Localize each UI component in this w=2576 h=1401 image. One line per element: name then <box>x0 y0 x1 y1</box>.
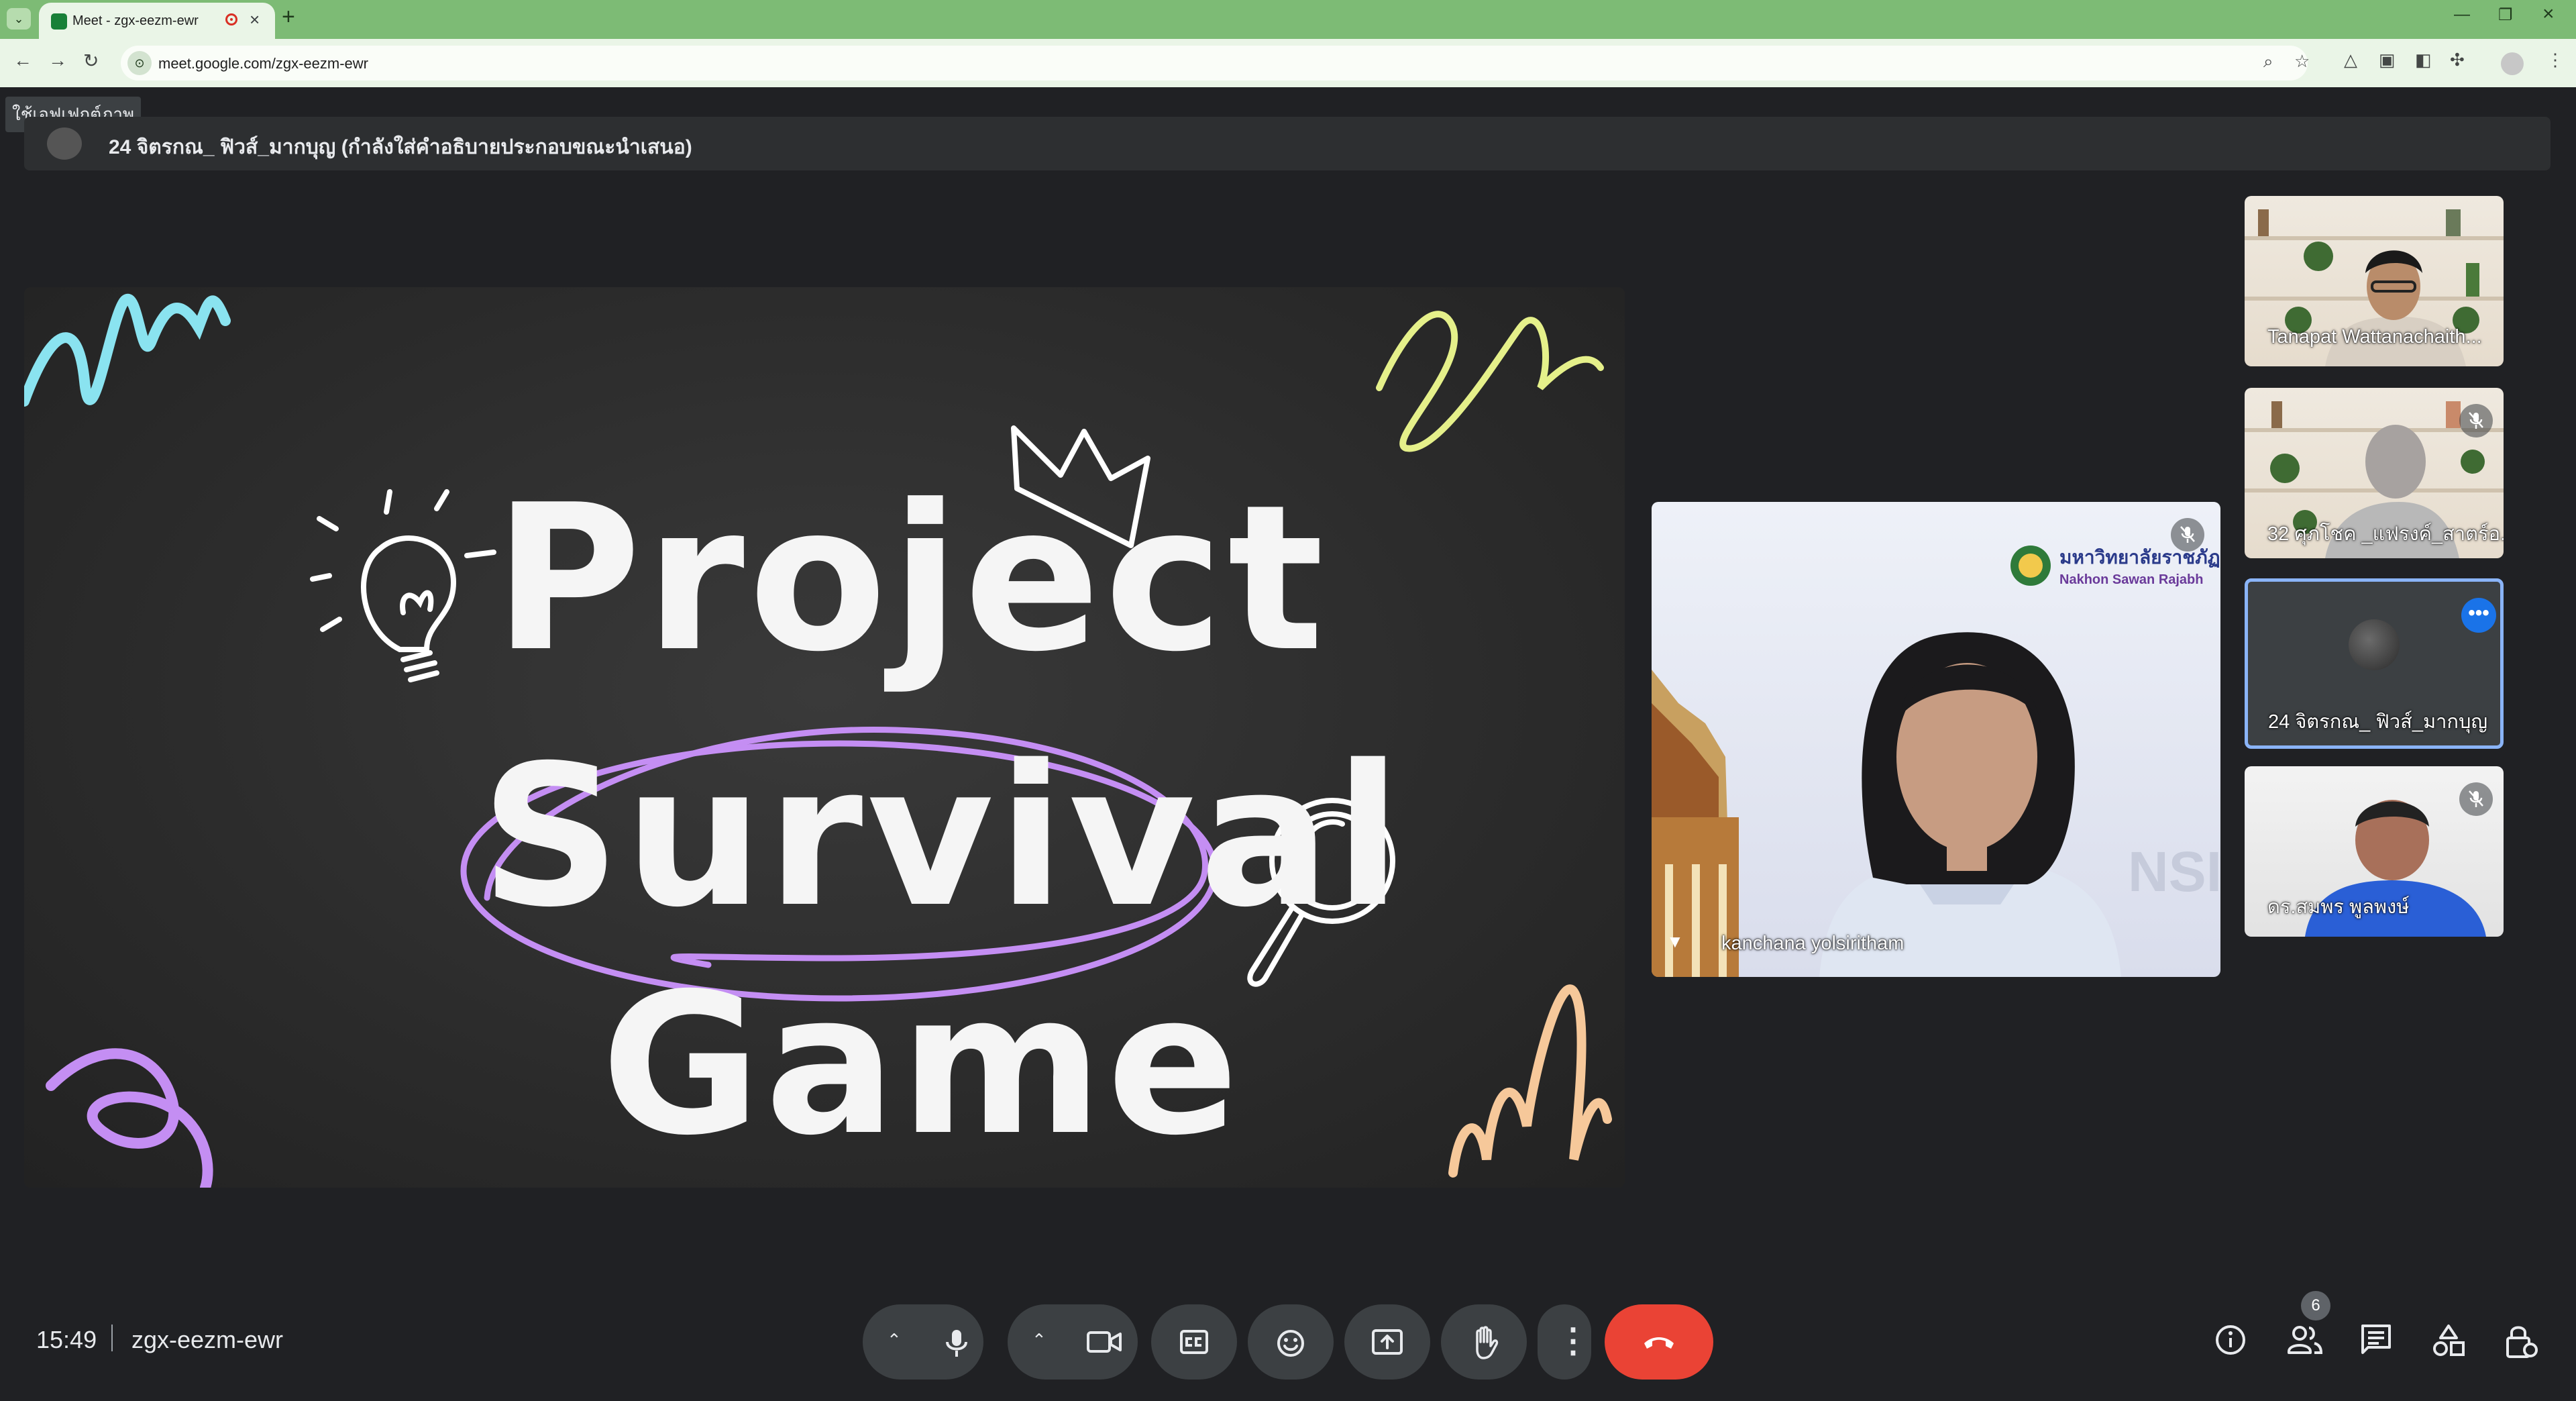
participant-4-name: ดร.สมพร พูลพงษ์ <box>2267 896 2410 918</box>
end-call-button[interactable] <box>1605 1304 1713 1380</box>
end-call-icon <box>1644 1337 1674 1349</box>
chat-icon[interactable] <box>2359 1323 2394 1357</box>
participant-2-mic-off-icon <box>2459 404 2493 437</box>
meet-favicon-icon <box>51 13 67 30</box>
participant-tile-1[interactable]: Tanapat Wattanachaith... <box>2245 196 2504 366</box>
captions-button[interactable] <box>1151 1304 1237 1380</box>
participant-3-name: 24 จิตรกณ_ ฟิวส์_มากบุญ <box>2268 711 2488 733</box>
peach-squiggle <box>1448 984 1612 1178</box>
site-info-icon[interactable]: ⊙ <box>127 51 152 75</box>
presenter-label: 24 จิตรกณ_ ฟิวส์_มากบุญ (กำลังใส่คำอธิบา… <box>109 136 692 158</box>
reload-icon[interactable]: ↻ <box>83 50 99 72</box>
forward-icon[interactable]: → <box>48 50 67 71</box>
mic-control-group: ⌃ <box>863 1304 983 1380</box>
raise-hand-icon <box>1476 1326 1499 1359</box>
university-banner-en: Nakhon Sawan Rajabh <box>2059 572 2204 587</box>
host-controls-icon[interactable] <box>2504 1323 2538 1359</box>
zoom-icon[interactable]: ⌕ <box>2263 51 2273 72</box>
participant-4-mic-off-icon <box>2459 782 2493 816</box>
minimize-icon[interactable]: — <box>2454 5 2470 24</box>
participant-3-more-options-icon[interactable]: ••• <box>2461 598 2496 633</box>
yellow-squiggle <box>1376 311 1604 452</box>
browser-tab-strip: ⌄ Meet - zgx-eezm-ewr × + — ❐ × <box>0 0 2576 39</box>
meeting-code: zgx-eezm-ewr <box>131 1326 284 1353</box>
recording-icon <box>225 13 237 25</box>
extensions-icon[interactable]: ✣ <box>2450 50 2465 70</box>
audio-settings-chevron-icon[interactable]: ⌃ <box>887 1330 902 1351</box>
people-count-badge: 6 <box>2301 1291 2330 1320</box>
close-tab-icon[interactable]: × <box>250 9 260 30</box>
present-button[interactable] <box>1344 1304 1430 1380</box>
temple-background <box>1652 670 1739 977</box>
divider <box>111 1325 113 1351</box>
tab-title: Meet - zgx-eezm-ewr <box>72 13 199 28</box>
participant-tile-4[interactable]: ดร.สมพร พูลพงษ์ <box>2245 766 2504 937</box>
people-icon[interactable] <box>2286 1323 2324 1357</box>
slide-title-line1: Project <box>494 462 1328 696</box>
tab-search-button[interactable]: ⌄ <box>7 8 31 30</box>
translate-extension-icon[interactable]: ◧ <box>2415 50 2432 70</box>
browser-menu-icon[interactable]: ⋮ <box>2546 50 2564 70</box>
presenter-avatar <box>47 127 82 160</box>
reactions-button[interactable] <box>1248 1304 1334 1380</box>
more-options-button[interactable]: ⋮ <box>1538 1304 1591 1380</box>
camera-control-group: ⌃ <box>1008 1304 1138 1380</box>
more-vert-icon: ⋮ <box>1556 1322 1590 1359</box>
video-settings-chevron-icon[interactable]: ⌃ <box>1032 1330 1046 1351</box>
close-window-icon[interactable]: × <box>2542 3 2555 25</box>
mic-off-icon <box>2171 518 2204 552</box>
screen-extension-icon[interactable]: ▣ <box>2379 50 2396 70</box>
mic-icon[interactable] <box>943 1329 970 1358</box>
purple-loop <box>46 1048 213 1188</box>
new-tab-button[interactable]: + <box>282 4 295 30</box>
participant-2-name: 32 ศุภโชค _แฟรงค์_สาตร์อ... <box>2267 523 2504 545</box>
slide-title-line2: Survival <box>480 724 1405 950</box>
featured-participant-tile[interactable]: NSI มหาวิทยาลัยราชภัฏ Nakhon Sawan Rajab… <box>1652 502 2220 977</box>
meeting-time: 15:49 <box>36 1326 97 1353</box>
present-icon <box>1372 1329 1403 1355</box>
pin-icon[interactable]: ▼ <box>1666 931 1684 952</box>
watermark-text: NSI <box>2128 840 2220 903</box>
raise-hand-button[interactable] <box>1441 1304 1527 1380</box>
back-icon[interactable]: ← <box>13 50 32 71</box>
address-bar[interactable]: ⊙ meet.google.com/zgx-eezm-ewr <box>121 46 2308 81</box>
bookmark-star-icon[interactable]: ☆ <box>2294 51 2310 72</box>
featured-person <box>1819 632 2121 977</box>
restore-icon[interactable]: ❐ <box>2498 5 2513 25</box>
participant-tile-3[interactable]: ••• 24 จิตรกณ_ ฟิวส์_มากบุญ <box>2245 578 2504 749</box>
featured-name: kanchana yolsiritham <box>1721 933 1904 954</box>
drive-extension-icon[interactable]: △ <box>2344 50 2357 70</box>
university-banner-th: มหาวิทยาลัยราชภัฏ <box>2059 546 2220 568</box>
presentation-slide: Project Survival Game <box>24 287 1625 1188</box>
profile-avatar[interactable] <box>2501 52 2524 75</box>
emoji-icon <box>1277 1330 1304 1357</box>
activities-icon[interactable] <box>2431 1323 2466 1358</box>
featured-video: NSI มหาวิทยาลัยราชภัฏ Nakhon Sawan Rajab… <box>1652 546 2220 977</box>
cyan-squiggle <box>24 293 231 407</box>
info-icon[interactable] <box>2214 1323 2247 1357</box>
presenter-bar: 24 จิตรกณ_ ฟิวส์_มากบุญ (กำลังใส่คำอธิบา… <box>24 117 2551 170</box>
browser-tab[interactable]: Meet - zgx-eezm-ewr × <box>39 3 275 39</box>
camera-icon[interactable] <box>1087 1330 1122 1354</box>
browser-toolbar: ← → ↻ ⊙ meet.google.com/zgx-eezm-ewr ⌕ ☆… <box>0 39 2576 87</box>
lightbulb-doodle <box>310 489 496 682</box>
participant-3-avatar <box>2349 619 2400 670</box>
captions-icon <box>1180 1330 1208 1354</box>
slide-title-line3: Game <box>601 952 1243 1178</box>
participant-tile-2[interactable]: 32 ศุภโชค _แฟรงค์_สาตร์อ... <box>2245 388 2504 558</box>
participant-1-name: Tanapat Wattanachaith... <box>2267 326 2482 348</box>
url-text: meet.google.com/zgx-eezm-ewr <box>158 55 369 72</box>
